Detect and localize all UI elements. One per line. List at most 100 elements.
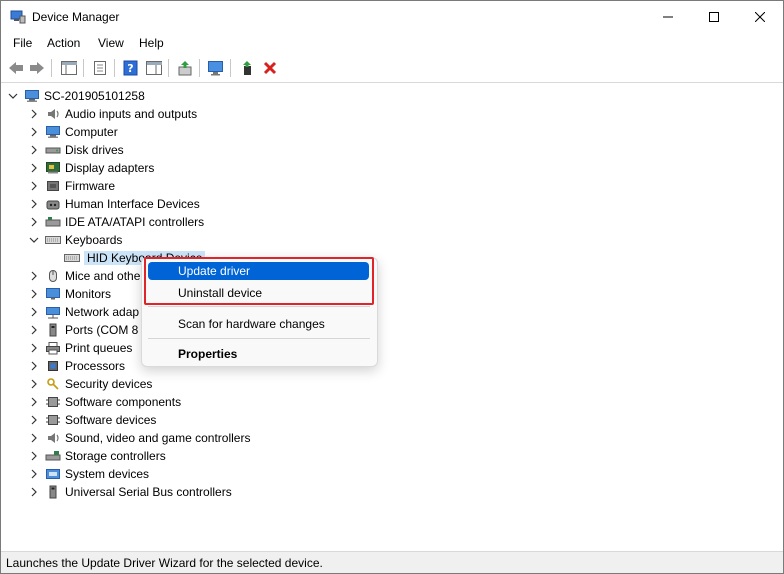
monitor-icon (45, 287, 61, 301)
toolbar-separator (168, 59, 169, 77)
category-label: Monitors (65, 287, 112, 301)
tree-item-system-devices[interactable]: System devices (28, 465, 149, 483)
tree-item-storage-controllers[interactable]: Storage controllers (28, 447, 166, 465)
menu-file[interactable]: File (13, 36, 32, 50)
toolbar-separator (83, 59, 84, 77)
chevron-down-icon[interactable] (28, 231, 40, 249)
chevron-right-icon[interactable] (28, 141, 40, 159)
help-toolbar-button[interactable]: ? (121, 58, 141, 78)
computer-icon (45, 125, 61, 139)
chevron-right-icon[interactable] (28, 447, 40, 465)
chevron-right-icon[interactable] (28, 375, 40, 393)
computer-icon (24, 89, 40, 103)
chevron-right-icon[interactable] (28, 159, 40, 177)
tree-item-security-devices[interactable]: Security devices (28, 375, 152, 393)
tree-item-usb-controllers[interactable]: Universal Serial Bus controllers (28, 483, 232, 501)
speaker-icon (45, 107, 61, 121)
tree-item-print-queues[interactable]: Print queues (28, 339, 132, 357)
chevron-right-icon[interactable] (28, 357, 40, 375)
chevron-right-icon[interactable] (28, 105, 40, 123)
chevron-right-icon[interactable] (28, 465, 40, 483)
menu-view[interactable]: View (98, 36, 124, 50)
status-bar: Launches the Update Driver Wizard for th… (1, 551, 783, 573)
action-pane-button[interactable] (144, 58, 164, 78)
show-hide-console-tree-button[interactable] (59, 58, 79, 78)
context-menu-scan-hardware[interactable]: Scan for hardware changes (148, 315, 369, 333)
menu-item-label: Scan for hardware changes (178, 317, 325, 331)
chevron-right-icon[interactable] (28, 339, 40, 357)
tree-item-sound-video[interactable]: Sound, video and game controllers (28, 429, 250, 447)
tree-item-mice[interactable]: Mice and othe (28, 267, 140, 285)
chevron-right-icon[interactable] (28, 321, 40, 339)
mouse-icon (45, 269, 61, 283)
tree-item-display-adapters[interactable]: Display adapters (28, 159, 154, 177)
category-label: Mice and othe (65, 269, 141, 283)
properties-toolbar-button[interactable] (90, 58, 110, 78)
keyboard-icon (45, 233, 61, 247)
tree-item-computer[interactable]: Computer (28, 123, 118, 141)
tree-item-monitors[interactable]: Monitors (28, 285, 111, 303)
category-label: Processors (65, 359, 126, 373)
firmware-icon (45, 179, 61, 193)
chevron-right-icon[interactable] (28, 303, 40, 321)
maximize-button[interactable] (691, 1, 737, 33)
category-label: Security devices (65, 377, 153, 391)
printer-icon (45, 341, 61, 355)
chevron-right-icon[interactable] (28, 393, 40, 411)
tree-item-keyboards[interactable]: Keyboards (28, 231, 122, 249)
chevron-right-icon[interactable] (28, 213, 40, 231)
maximize-icon (709, 12, 719, 22)
tree-item-disk-drives[interactable]: Disk drives (28, 141, 124, 159)
uninstall-device-toolbar-button[interactable] (260, 58, 280, 78)
port-icon (45, 323, 61, 337)
tree-item-hid[interactable]: Human Interface Devices (28, 195, 200, 213)
category-label: Firmware (65, 179, 115, 193)
toolbar-separator (199, 59, 200, 77)
processor-icon (45, 359, 61, 373)
back-button[interactable] (6, 58, 26, 78)
category-label: Audio inputs and outputs (65, 107, 198, 121)
toolbar-separator (51, 59, 52, 77)
enable-device-toolbar-button[interactable] (237, 58, 257, 78)
status-text: Launches the Update Driver Wizard for th… (6, 556, 323, 570)
chevron-down-icon[interactable] (7, 87, 19, 105)
tree-item-software-components[interactable]: Software components (28, 393, 181, 411)
system-device-icon (45, 467, 61, 481)
action-pane-icon (146, 61, 162, 75)
menu-action[interactable]: Action (47, 36, 80, 50)
menu-item-label: Properties (178, 347, 238, 361)
category-label: Computer (65, 125, 118, 139)
tree-item-ide[interactable]: IDE ATA/ATAPI controllers (28, 213, 204, 231)
tree-item-software-devices[interactable]: Software devices (28, 411, 156, 429)
chevron-right-icon[interactable] (28, 177, 40, 195)
tree-item-ports[interactable]: Ports (COM 8 (28, 321, 138, 339)
device-tree[interactable]: SC-201905101258 Audio inputs and outputs… (1, 83, 783, 549)
scan-hardware-toolbar-button[interactable] (206, 58, 226, 78)
chevron-right-icon[interactable] (28, 267, 40, 285)
tree-root-node[interactable]: SC-201905101258 (7, 87, 145, 105)
update-driver-toolbar-button[interactable] (175, 58, 195, 78)
category-label: Keyboards (65, 233, 123, 247)
minimize-button[interactable] (645, 1, 691, 33)
chevron-right-icon[interactable] (28, 411, 40, 429)
uninstall-x-icon (263, 61, 277, 75)
chevron-right-icon[interactable] (28, 285, 40, 303)
chevron-right-icon[interactable] (28, 123, 40, 141)
category-label: Human Interface Devices (65, 197, 200, 211)
chevron-right-icon[interactable] (28, 195, 40, 213)
usb-icon (45, 485, 61, 499)
tree-item-network-adapters[interactable]: Network adap (28, 303, 139, 321)
category-label: System devices (65, 467, 150, 481)
forward-button[interactable] (27, 58, 47, 78)
tree-item-firmware[interactable]: Firmware (28, 177, 115, 195)
software-device-icon (45, 413, 61, 427)
close-button[interactable] (737, 1, 783, 33)
chevron-right-icon[interactable] (28, 483, 40, 501)
context-menu-properties[interactable]: Properties (148, 345, 369, 363)
title-bar[interactable]: Device Manager (1, 1, 783, 33)
menu-separator (148, 338, 370, 339)
chevron-right-icon[interactable] (28, 429, 40, 447)
tree-item-processors[interactable]: Processors (28, 357, 125, 375)
menu-help[interactable]: Help (139, 36, 164, 50)
tree-item-audio[interactable]: Audio inputs and outputs (28, 105, 197, 123)
